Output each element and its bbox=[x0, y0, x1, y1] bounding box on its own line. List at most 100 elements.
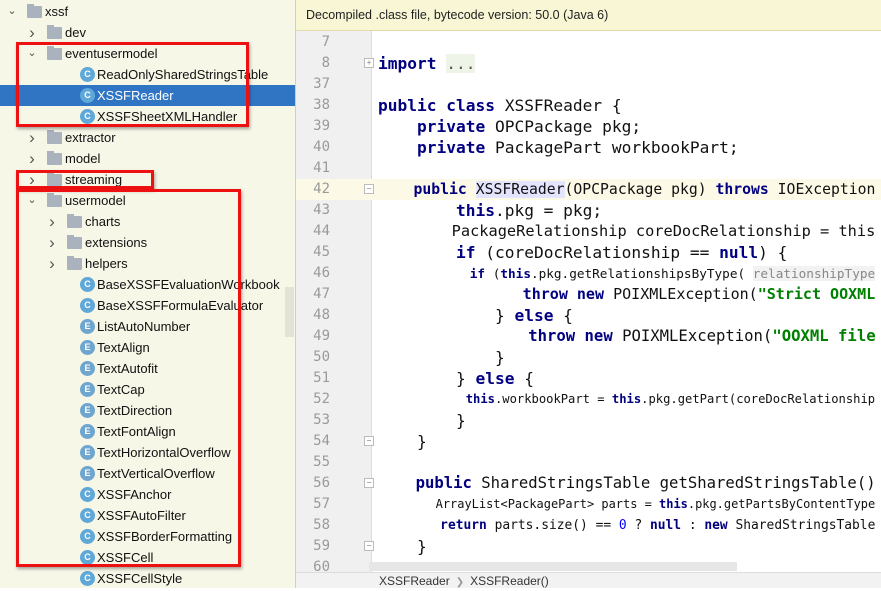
code-token: } bbox=[378, 369, 476, 388]
fold-expand-icon[interactable]: + bbox=[364, 58, 374, 68]
code-line[interactable]: 58 return parts.size() == 0 ? null : new… bbox=[296, 515, 881, 536]
code-token: null bbox=[649, 518, 682, 533]
line-number: 38 bbox=[313, 97, 330, 113]
tree-item-xssfcellstyle[interactable]: C XSSFCellStyle bbox=[0, 568, 295, 589]
code-line[interactable]: 56 − public SharedStringsTable getSharedS… bbox=[296, 473, 881, 494]
tree-item-xssf[interactable]: ⌄ xssf bbox=[0, 1, 295, 22]
line-number: 56 bbox=[313, 475, 330, 491]
code-token: private bbox=[416, 138, 486, 157]
line-number: 40 bbox=[313, 139, 330, 155]
code-token: this bbox=[500, 266, 531, 281]
code-text: public class XSSFReader { bbox=[378, 95, 622, 116]
code-token: throws bbox=[715, 181, 769, 198]
line-number: 54 bbox=[313, 433, 330, 449]
code-token: this bbox=[455, 201, 495, 220]
code-line[interactable]: 43 this.pkg = pkg; bbox=[296, 200, 881, 221]
code-token: .pkg.getPart(coreDocRelationship bbox=[641, 392, 876, 406]
fold-collapse-icon[interactable]: − bbox=[364, 184, 374, 194]
breadcrumb-method[interactable]: XSSFReader() bbox=[470, 574, 549, 588]
code-line[interactable]: 44 PackageRelationship coreDocRelationsh… bbox=[296, 221, 881, 242]
chevron-right-icon[interactable]: › bbox=[26, 22, 38, 43]
code-text: public XSSFReader(OPCPackage pkg) throws… bbox=[378, 179, 875, 200]
code-token: : bbox=[681, 518, 705, 533]
code-line[interactable]: 40 private PackagePart workbookPart; bbox=[296, 137, 881, 158]
code-line[interactable]: 38 public class XSSFReader { bbox=[296, 95, 881, 116]
code-token: .pkg.getPartsByContentType bbox=[687, 497, 876, 511]
tree-item-label: XSSFCellStyle bbox=[97, 571, 183, 586]
code-token: parts.size() == bbox=[486, 518, 619, 533]
code-text: if (this.pkg.getRelationshipsByType( rel… bbox=[378, 263, 876, 284]
code-token: { bbox=[553, 306, 573, 325]
breadcrumb: XSSFReader ❯ XSSFReader() bbox=[296, 572, 881, 588]
chevron-right-icon[interactable]: › bbox=[26, 148, 38, 169]
code-token: if bbox=[469, 266, 486, 281]
line-number: 57 bbox=[313, 496, 330, 512]
code-token: public bbox=[413, 181, 467, 198]
code-line[interactable]: 52 this.workbookPart = this.pkg.getPart(… bbox=[296, 389, 881, 410]
code-line[interactable]: 50 } bbox=[296, 347, 881, 368]
code-text: } bbox=[378, 431, 427, 452]
line-number: 51 bbox=[313, 370, 330, 386]
class-icon: C bbox=[80, 571, 95, 586]
code-text: } else { bbox=[378, 368, 534, 389]
tree-item-label: model bbox=[65, 151, 101, 166]
code-text: } else { bbox=[378, 305, 573, 326]
code-line[interactable]: 41 bbox=[296, 158, 881, 179]
package-folder-icon bbox=[47, 130, 62, 144]
line-number: 43 bbox=[313, 202, 330, 218]
code-line[interactable]: 39 private OPCPackage pkg; bbox=[296, 116, 881, 137]
code-line[interactable]: 42 − public XSSFReader(OPCPackage pkg) th… bbox=[296, 179, 881, 200]
code-token: public bbox=[415, 474, 472, 492]
chevron-down-icon[interactable]: ⌄ bbox=[6, 1, 18, 22]
code-line[interactable]: 55 bbox=[296, 452, 881, 473]
code-text: return parts.size() == 0 ? null : new Sh… bbox=[378, 515, 875, 536]
code-text: this.workbookPart = this.pkg.getPart(cor… bbox=[378, 389, 875, 410]
decompiled-notice-bar: Decompiled .class file, bytecode version… bbox=[296, 0, 881, 31]
code-line[interactable]: 51 } else { bbox=[296, 368, 881, 389]
tree-item-extractor[interactable]: › extractor bbox=[0, 127, 295, 148]
tree-item-dev[interactable]: › dev bbox=[0, 22, 295, 43]
fold-collapse-icon[interactable]: − bbox=[364, 478, 374, 488]
code-line[interactable]: 8 + import ... bbox=[296, 53, 881, 74]
code-token: } bbox=[378, 411, 466, 430]
code-token: ArrayList<PackagePart> parts = bbox=[378, 497, 660, 511]
horizontal-scrollbar[interactable] bbox=[369, 562, 737, 571]
line-number: 50 bbox=[313, 349, 330, 365]
fold-collapse-icon[interactable]: − bbox=[364, 436, 374, 446]
tree-scrollbar[interactable] bbox=[285, 287, 294, 337]
breadcrumb-class[interactable]: XSSFReader bbox=[379, 574, 450, 588]
code-line[interactable]: 49 throw new POIXMLException("OOXML file bbox=[296, 326, 881, 347]
chevron-right-icon[interactable]: › bbox=[26, 127, 38, 148]
code-line[interactable]: 46 if (this.pkg.getRelationshipsByType( … bbox=[296, 263, 881, 284]
code-token: } bbox=[378, 537, 427, 556]
code-line[interactable]: 53 } bbox=[296, 410, 881, 431]
chevron-right-icon: ❯ bbox=[455, 577, 465, 588]
code-token: IOException bbox=[768, 181, 876, 198]
code-text: ArrayList<PackagePart> parts = this.pkg.… bbox=[378, 494, 876, 515]
code-editor[interactable]: Decompiled .class file, bytecode version… bbox=[296, 0, 881, 588]
tree-item-model[interactable]: › model bbox=[0, 148, 295, 169]
code-line[interactable]: 57 ArrayList<PackagePart> parts = this.p… bbox=[296, 494, 881, 515]
line-number: 58 bbox=[313, 517, 330, 533]
code-line[interactable]: 7 bbox=[296, 32, 881, 53]
code-token: private bbox=[416, 117, 486, 136]
code-token: } bbox=[378, 432, 427, 451]
code-line[interactable]: 59 − } bbox=[296, 536, 881, 557]
code-token: new bbox=[704, 518, 728, 533]
code-text: public SharedStringsTable getSharedStrin… bbox=[378, 473, 876, 494]
line-number: 46 bbox=[313, 265, 330, 281]
line-number: 59 bbox=[313, 538, 330, 554]
code-line[interactable]: 48 } else { bbox=[296, 305, 881, 326]
code-token: relationshipType bbox=[752, 266, 876, 281]
code-line[interactable]: 37 bbox=[296, 74, 881, 95]
code-line[interactable]: 54 − } bbox=[296, 431, 881, 452]
fold-collapse-icon[interactable]: − bbox=[364, 541, 374, 551]
code-token: ) { bbox=[758, 243, 788, 262]
code-line[interactable]: 45 if (coreDocRelationship == null) { bbox=[296, 242, 881, 263]
code-line[interactable]: 47 throw new POIXMLException("Strict OOX… bbox=[296, 284, 881, 305]
